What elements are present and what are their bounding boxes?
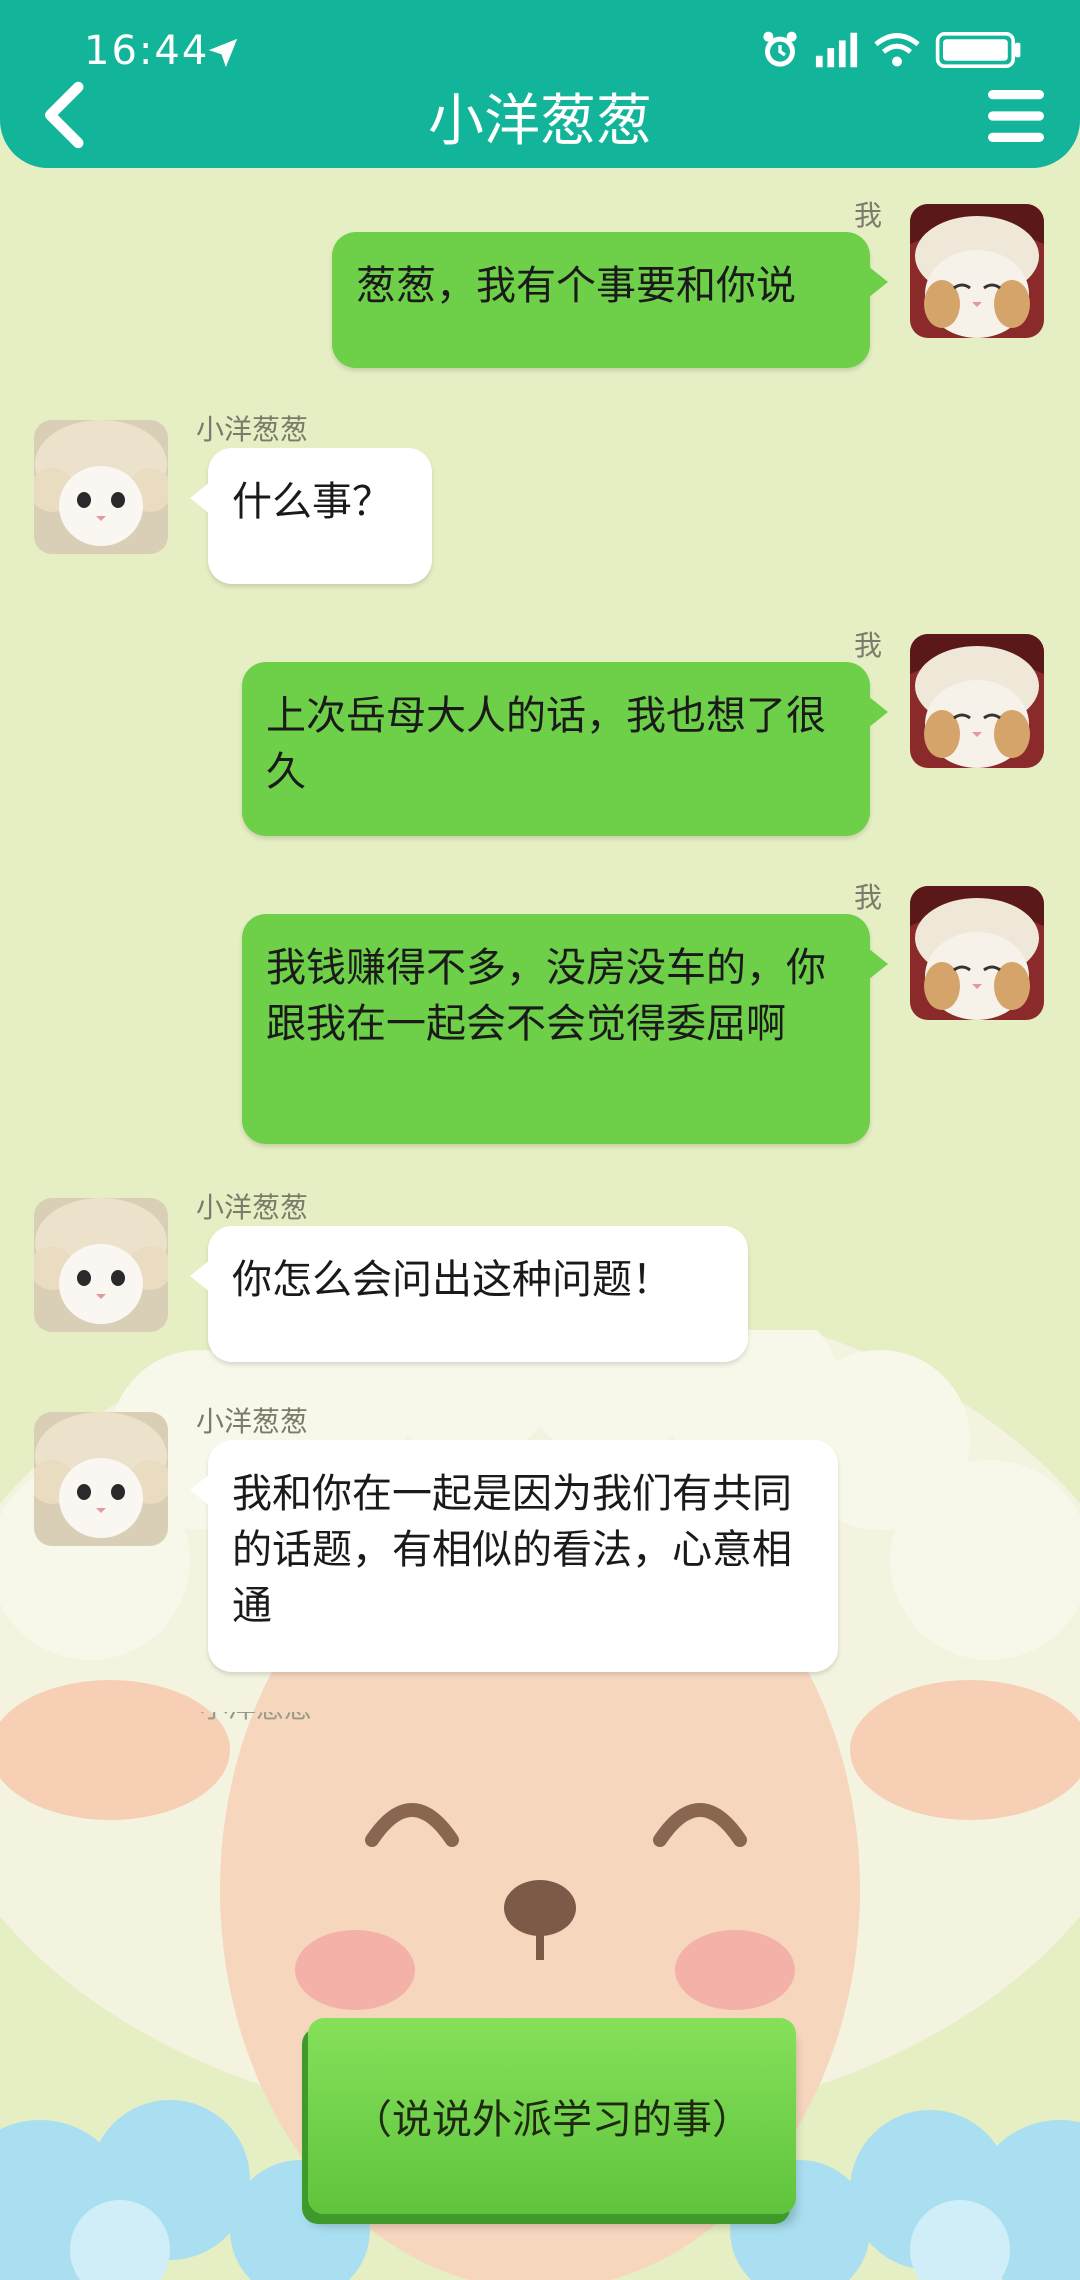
message-bubble[interactable]: 葱葱，我有个事要和你说: [332, 232, 888, 368]
story-choice-button[interactable]: （说说外派学习的事）: [300, 2018, 796, 2230]
sender-name: 小洋葱葱: [196, 413, 309, 446]
message-bubble[interactable]: 我和你在一起是因为我们有共同的话题，有相似的看法，心意相通: [190, 1440, 838, 1672]
message-bubble[interactable]: 什么事？: [190, 448, 432, 584]
sender-name: 小洋葱葱: [196, 1191, 309, 1224]
chat-message: 我 我钱赚得不多，没房没车的，你跟我在一起会不会觉得委屈啊: [0, 872, 1080, 1152]
wifi-icon: [874, 33, 920, 67]
sender-name: 我: [854, 199, 883, 232]
cat-avatar-icon[interactable]: [34, 420, 168, 554]
sender-name: 我: [854, 881, 883, 914]
story-choice-label: （说说外派学习的事）: [308, 2018, 796, 2214]
cat-avatar-icon[interactable]: [910, 204, 1044, 338]
chat-message: 我 葱葱，我有个事要和你说: [0, 190, 1080, 370]
message-bubble[interactable]: 我钱赚得不多，没房没车的，你跟我在一起会不会觉得委屈啊: [242, 914, 888, 1144]
sender-name: 小洋葱葱: [196, 1405, 309, 1438]
cat-avatar-icon[interactable]: [34, 1198, 168, 1332]
cat-avatar-icon[interactable]: [910, 886, 1044, 1020]
cat-avatar-icon[interactable]: [910, 634, 1044, 768]
app-header: 16:44 小洋葱葱: [0, 0, 1080, 168]
message-bubble[interactable]: 上次岳母大人的话，我也想了很久: [242, 662, 888, 836]
page-title: 小洋葱葱: [428, 89, 652, 154]
message-bubble[interactable]: 你怎么会问出这种问题！: [190, 1226, 748, 1362]
sender-name: 我: [854, 629, 883, 662]
location-arrow-icon: [208, 38, 238, 68]
alarm-icon: [763, 31, 797, 67]
signal-icon: [815, 32, 858, 68]
chat-message: 小洋葱葱 什么事？: [0, 408, 1080, 598]
cat-avatar-icon[interactable]: [34, 1412, 168, 1546]
status-icons: [760, 30, 1024, 70]
battery-icon: [935, 32, 1021, 68]
clipped-sender-name: 小洋葱葱: [200, 1712, 330, 1722]
menu-icon[interactable]: [986, 88, 1046, 144]
chat-message: 小洋葱葱 你怎么会问出这种问题！: [0, 1186, 1080, 1376]
chat-message: 我 上次岳母大人的话，我也想了很久: [0, 620, 1080, 840]
status-time: 16:44: [84, 28, 210, 74]
chat-message: 小洋葱葱 我和你在一起是因为我们有共同的话题，有相似的看法，心意相通: [0, 1400, 1080, 1680]
